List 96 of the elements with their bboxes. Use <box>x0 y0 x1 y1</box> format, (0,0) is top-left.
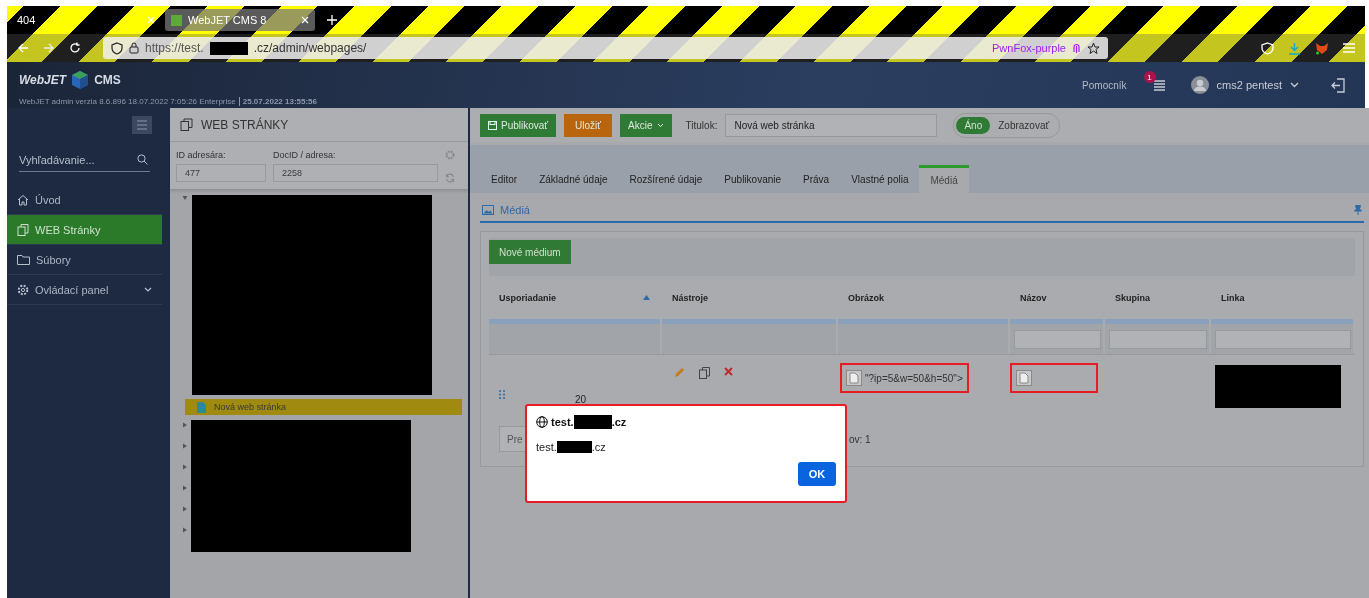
field-label: ID adresára: <box>176 150 227 160</box>
caret-icon[interactable] <box>182 195 188 201</box>
visibility-toggle[interactable]: Áno Zobrazovať <box>953 112 1061 138</box>
globe-icon <box>536 416 548 428</box>
sort-icon[interactable] <box>643 295 650 300</box>
table-cell: 20 <box>575 394 587 405</box>
shield-icon[interactable] <box>1261 41 1274 55</box>
fingerprint-icon <box>1072 42 1081 54</box>
timestamp: 25.07.2022 13:55:56 <box>242 97 318 106</box>
dialog-title: test. <box>551 416 574 428</box>
search-field[interactable]: Vyhľadávanie... <box>19 148 150 172</box>
publish-button[interactable]: Publikovať <box>480 113 557 137</box>
version-text: WebJET admin verzia 8.6.896 18.07.2022 7:05:26 Enterprise <box>19 97 236 106</box>
logo-text: CMS <box>94 73 121 87</box>
input-field[interactable]: 2258 <box>273 164 438 182</box>
star-icon[interactable] <box>1087 41 1100 55</box>
tab[interactable]: Práva <box>792 165 841 193</box>
sidebar-item[interactable]: WEB Stránky <box>7 215 162 245</box>
tab[interactable]: Editor <box>480 165 529 193</box>
page-info: ov: 1 <box>849 433 871 445</box>
new-tab-icon[interactable] <box>327 15 337 25</box>
refresh-icon[interactable] <box>445 173 455 183</box>
close-icon[interactable] <box>301 16 309 24</box>
field-label: Titulok: <box>685 119 718 131</box>
title-field[interactable]: Nová web stránka <box>725 113 938 137</box>
caret-icon[interactable] <box>182 506 188 512</box>
field-label: DocID / adresa: <box>273 150 337 160</box>
logout-icon[interactable] <box>1331 77 1345 93</box>
image-icon <box>482 205 494 215</box>
save-button[interactable]: Uložiť <box>564 113 613 137</box>
help-link[interactable]: Pomocník <box>1082 79 1127 91</box>
close-icon[interactable] <box>147 16 155 24</box>
shield-icon <box>111 41 123 55</box>
tree-item[interactable]: Nová web stránka <box>185 399 462 415</box>
gear-icon <box>17 283 29 296</box>
dialog-title: .cz <box>611 416 627 428</box>
dialog-message: test. <box>536 441 557 453</box>
panel-title: WEB STRÁNKY <box>201 117 289 132</box>
new-media-button[interactable]: Nové médium <box>489 240 571 264</box>
tab[interactable]: Vlastné polia <box>840 165 920 193</box>
tab[interactable]: Základné údaje <box>528 165 619 193</box>
save-icon <box>488 120 497 130</box>
broken-image-icon <box>1016 370 1032 386</box>
table-cell: "?ip=5&w=50&h=50"> <box>840 363 969 393</box>
page-icon <box>197 401 206 413</box>
tab[interactable]: Publikovanie <box>713 165 793 193</box>
caret-icon[interactable] <box>182 485 188 491</box>
drag-handle-icon[interactable] <box>499 390 505 399</box>
pin-icon[interactable] <box>1354 205 1362 215</box>
user-name[interactable]: cms2 pentest <box>1216 79 1282 91</box>
lock-icon <box>129 42 139 54</box>
address-bar[interactable]: https://test. .cz/admin/webpages/ PwnFox-purple <box>103 37 1108 59</box>
url-text: https://test. <box>145 41 204 55</box>
back-icon[interactable] <box>17 42 29 54</box>
search-icon[interactable] <box>137 154 148 165</box>
notification-badge: 1 <box>1143 71 1156 83</box>
pages-icon <box>180 118 193 131</box>
settings-icon[interactable] <box>445 150 455 160</box>
caret-icon[interactable] <box>182 422 188 428</box>
dialog-message: .cz <box>591 441 606 453</box>
folder-icon <box>17 254 30 265</box>
redaction-block <box>573 415 612 429</box>
redaction-block <box>556 441 592 453</box>
menu-icon[interactable] <box>1343 43 1355 53</box>
delete-icon[interactable] <box>724 367 733 376</box>
home-icon <box>17 193 29 206</box>
logo-text: WebJET <box>19 73 67 87</box>
avatar-icon[interactable] <box>1190 76 1209 94</box>
ok-button[interactable]: OK <box>798 462 836 486</box>
url-text: .cz/admin/webpages/ <box>253 41 367 55</box>
browser-tab[interactable]: WebJET CMS 8 <box>165 9 315 31</box>
broken-image-icon <box>846 370 862 386</box>
section-title: Médiá <box>500 204 530 216</box>
tab[interactable]: Rozšírené údaje <box>618 165 714 193</box>
pages-icon <box>17 223 29 236</box>
container-label: PwnFox-purple <box>992 42 1066 54</box>
fox-icon[interactable] <box>1315 41 1329 55</box>
redaction-block <box>209 41 248 55</box>
caret-icon[interactable] <box>182 527 188 533</box>
input-field[interactable]: 477 <box>176 164 266 182</box>
sidebar-item[interactable]: Súbory <box>7 245 162 275</box>
caret-icon[interactable] <box>182 464 188 470</box>
menu-icon[interactable] <box>132 115 152 134</box>
forward-icon[interactable] <box>43 42 55 54</box>
reload-icon[interactable] <box>69 42 81 54</box>
cube-logo-icon <box>70 70 91 90</box>
copy-icon[interactable] <box>699 367 710 379</box>
actions-button[interactable]: Akcie <box>620 113 672 137</box>
browser-tab[interactable]: 404 <box>11 9 161 31</box>
site-icon <box>171 14 182 26</box>
caret-icon <box>656 122 664 128</box>
caret-icon[interactable] <box>182 443 188 449</box>
sidebar-item[interactable]: Ovládací panel <box>7 275 162 305</box>
tab[interactable]: Médiá <box>919 165 969 193</box>
chevron-down-icon[interactable] <box>1290 82 1299 88</box>
chevron-down-icon <box>144 287 152 292</box>
